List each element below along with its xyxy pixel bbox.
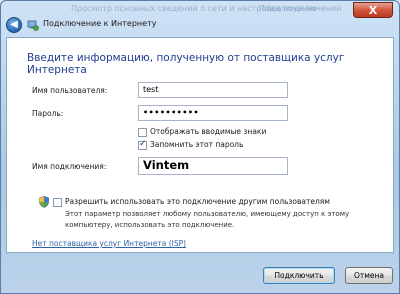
connect-button[interactable]: Подключить [263, 267, 335, 284]
password-field[interactable]: •••••••••• [138, 105, 288, 121]
connection-name-field[interactable]: Vintem [138, 157, 288, 175]
back-button[interactable]: ◀ [6, 17, 22, 33]
page-title: Введите информацию, полученную от постав… [27, 52, 345, 76]
title-bar[interactable]: Просмотр основных сведений о сети и наст… [1, 1, 399, 35]
close-button[interactable]: X [353, 2, 393, 18]
no-isp-link[interactable]: Нет поставщика услуг Интернета (ISP) [32, 239, 186, 248]
remember-password-checkbox[interactable] [138, 139, 147, 150]
content-panel: Введите информацию, полученную от постав… [6, 37, 394, 253]
cancel-button[interactable]: Отмена [345, 267, 393, 284]
allow-others-label[interactable]: Разрешить использовать это подключение д… [65, 197, 330, 206]
password-label: Пароль: [32, 109, 64, 118]
background-window-text-2: Подключение [259, 4, 318, 13]
show-chars-label[interactable]: Отображать вводимые знаки [150, 127, 266, 136]
allow-others-checkbox[interactable] [53, 198, 62, 207]
show-chars-checkbox[interactable] [138, 128, 147, 137]
username-field[interactable]: test [138, 82, 288, 98]
connection-name-label: Имя подключения: [32, 162, 107, 171]
dialog-window: Просмотр основных сведений о сети и наст… [0, 0, 400, 294]
window-title: Подключение к Интернету [43, 19, 157, 28]
network-connection-icon [27, 20, 39, 31]
shield-icon [39, 196, 49, 208]
username-label: Имя пользователя: [32, 86, 108, 95]
remember-password-label[interactable]: Запомнить этот пароль [150, 140, 243, 149]
sharing-description: Этот параметр позволяет любому пользоват… [65, 210, 350, 229]
